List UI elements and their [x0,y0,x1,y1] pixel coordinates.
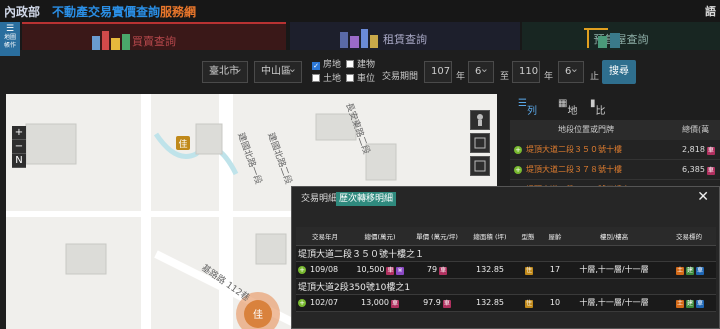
site-title-main: 不動產交易實價查詢 [52,5,161,19]
col-floor: 樓別/樓高 [566,227,662,246]
crane-illustration [584,28,620,48]
end-label: 止 [590,72,600,82]
district-select[interactable]: 中山區 [254,59,302,83]
tab-rent-query[interactable]: 租賃查詢 [290,22,520,50]
zoom-in-button[interactable]: + [12,126,26,140]
map-poi-label[interactable]: 佳 [178,138,187,150]
sidebar-line2: 帳作 [3,42,16,49]
zoom-controls: + − N [12,126,26,168]
address-row: 堤頂大道二段３５０號十樓之１ [296,245,716,262]
list-item[interactable]: + 堤頂大道二段３７８號十樓 6,385 車 [510,160,720,180]
period-label: 交易期間 [382,72,419,82]
street-view-button[interactable] [470,110,490,130]
result-list-header: 地段位置或門牌 總價(萬元) [510,120,720,154]
city-illustration [92,31,130,50]
north-button[interactable]: N [12,154,26,168]
close-icon[interactable]: ✕ [697,189,709,205]
tab-presale-query[interactable]: 預售屋查詢 [522,22,720,50]
tab-transaction-detail[interactable]: 交易明細 [298,192,340,206]
from-year-input[interactable]: 107 [424,61,452,83]
language-button[interactable]: 語 [705,3,716,19]
expand-icon[interactable]: + [514,166,522,174]
col-date: 交易年月 [296,227,354,246]
tab-map[interactable]: ▦ 地圖 [558,98,577,132]
checkbox-parking[interactable]: 車位 [346,74,375,84]
table-row[interactable]: +102/07 13,000 車 97.9 車 132.85 住 10 十層,十一層… [296,294,716,312]
tab-sale-query[interactable]: 買賣查詢 [22,22,286,50]
col-unit-price: 單價 (萬元/坪) [406,227,468,246]
square-icon [474,160,486,172]
expand-icon[interactable]: + [298,299,306,307]
col-total: 總價(萬元) [354,227,406,246]
address-row: 堤頂大道2段350號10樓之1 [296,278,716,295]
history-table: 交易年月 總價(萬元) 單價 (萬元/坪) 總面積 (坪) 型態 屋齡 樓別/樓… [296,227,716,312]
transaction-detail-modal: 交易明細 歷次轉移明細 ✕ 交易年月 總價(萬元) 單價 (萬元/坪) 總面積 … [291,186,720,329]
table-header-row: 交易年月 總價(萬元) 單價 (萬元/坪) 總面積 (坪) 型態 屋齡 樓別/樓… [296,227,716,246]
from-month-select[interactable]: 6 [468,59,494,83]
city-select[interactable]: 臺北市 [202,59,248,83]
fullscreen-button[interactable] [470,156,490,176]
col-area: 總面積 (坪) [468,227,512,246]
layers-icon [474,137,486,149]
tab-rent-label: 租賃查詢 [383,33,427,46]
menu-icon: ☰ [5,24,15,34]
map-marker-label[interactable]: 佳 [253,308,263,321]
col-type: 型態 [512,227,544,246]
tab-list[interactable]: ☰ 列表 [518,98,537,132]
zoom-out-button[interactable]: − [12,140,26,154]
col-age: 屋齡 [544,227,566,246]
checkbox-house-land[interactable]: ✓ 房地 [312,60,341,70]
ministry-logo[interactable]: 內政部 [4,3,40,20]
sidebar-line1: 地圖 [3,34,16,41]
sidebar-toggle-button[interactable]: ☰ 地圖 帳作 [0,22,20,56]
check-icon: ✓ [312,62,320,70]
to-month-select[interactable]: 6 [558,59,584,83]
year-unit-label: 年 [456,72,466,82]
to-year-input[interactable]: 110 [512,61,540,83]
search-button[interactable]: 搜尋 [602,60,636,84]
city-illustration [340,29,378,48]
to-label: 至 [500,72,510,82]
year-unit-label-2: 年 [544,72,554,82]
list-item[interactable]: + 堤頂大道二段３５０號十樓 2,818 車 [510,140,720,160]
tab-transfer-history[interactable]: 歷次轉移明細 [336,192,397,206]
col-target: 交易標的 [662,227,716,246]
table-row[interactable]: +109/08 10,500 車 ※ 79 車 132.85 住 17 十層,十一層/… [296,261,716,279]
expand-icon[interactable]: + [514,146,522,154]
checkbox-land[interactable]: 土地 [312,74,341,84]
result-view-tabs: ☰ 列表 ▦ 地圖 ▮ 比較清單(0) [510,94,720,173]
site-title[interactable]: 不動產交易實價查詢服務網 [52,3,196,20]
layer-button[interactable] [470,133,490,153]
col-address: 地段位置或門牌 [558,125,614,134]
checkbox-building[interactable]: 建物 [346,60,375,70]
tab-compare[interactable]: ▮ 比較清單(0) [590,98,610,173]
tab-sale-label: 買賣查詢 [132,35,176,48]
expand-icon[interactable]: + [298,266,306,274]
site-title-accent: 服務網 [160,5,197,19]
pegman-icon [477,114,483,126]
